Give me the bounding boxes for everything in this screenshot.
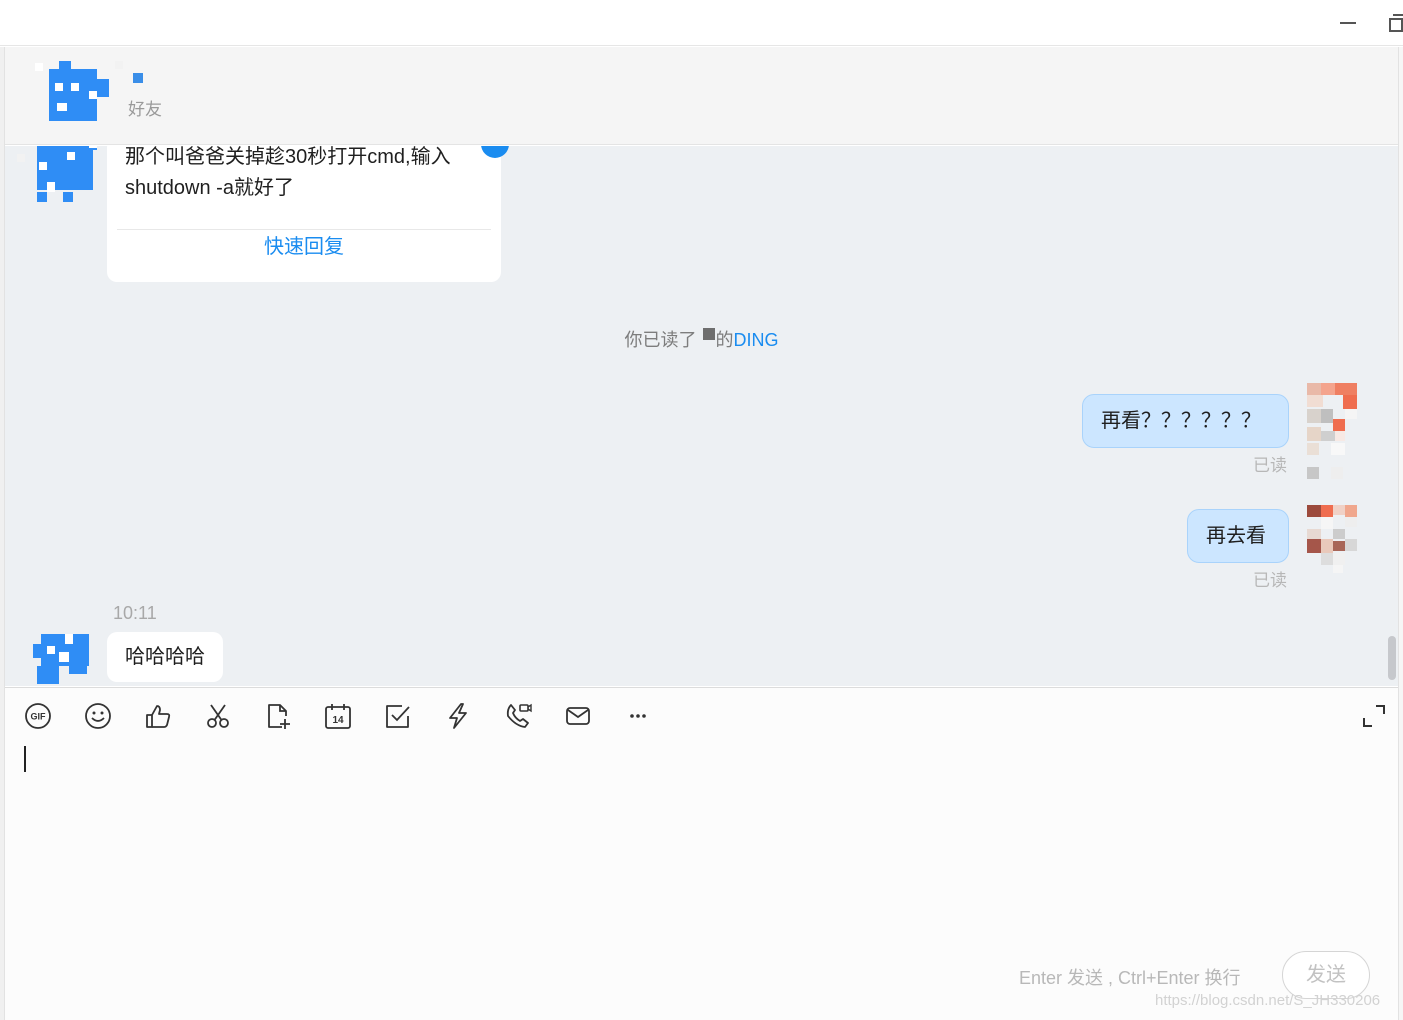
ding-link[interactable]: DING xyxy=(734,330,779,350)
thumbs-up-icon[interactable] xyxy=(144,702,172,730)
card-divider xyxy=(117,229,491,230)
gif-icon[interactable]: GIF xyxy=(24,702,52,730)
message-timestamp: 10:11 xyxy=(113,603,157,623)
title-bar xyxy=(0,0,1403,46)
gif-label: GIF xyxy=(31,712,47,722)
file-add-icon[interactable] xyxy=(264,702,292,730)
minimize-icon[interactable] xyxy=(1336,10,1360,34)
chat-header: 好友 xyxy=(5,47,1398,145)
ding-read-prefix: 你已读了 xyxy=(624,330,697,350)
expand-icon[interactable] xyxy=(1360,702,1388,730)
outgoing-message[interactable]: 再去看 xyxy=(1187,509,1289,563)
composer-toolbar: GIF 14 xyxy=(5,688,1398,744)
right-border xyxy=(1398,47,1403,1020)
task-check-icon[interactable] xyxy=(384,702,412,730)
masked-name xyxy=(702,328,715,340)
read-status[interactable]: 已读 xyxy=(1253,566,1287,591)
incoming-message[interactable]: 哈哈哈哈 xyxy=(107,632,223,682)
more-icon[interactable] xyxy=(624,702,652,730)
quick-reply-button[interactable]: 快速回复 xyxy=(107,234,501,260)
message-list[interactable]: 那个叫爸爸关掉趁30秒打开cmd,输入shutdown -a就好了 快速回复 你… xyxy=(5,146,1398,686)
calendar-icon[interactable]: 14 xyxy=(324,702,352,730)
ding-read-middle: 的 xyxy=(715,330,734,350)
my-avatar[interactable] xyxy=(1307,503,1359,575)
outgoing-message[interactable]: 再看？？？？？？ xyxy=(1082,394,1289,448)
message-scrollbar[interactable] xyxy=(1388,636,1396,680)
card-message-text: 那个叫爸爸关掉趁30秒打开cmd,输入shutdown -a就好了 xyxy=(125,146,451,199)
scissors-icon[interactable] xyxy=(204,702,232,730)
message-composer: GIF 14 Enter 发送 , Ctrl+Enter 换行 发送 https… xyxy=(5,687,1398,1020)
restore-icon[interactable] xyxy=(1385,10,1403,34)
sender-avatar[interactable] xyxy=(33,634,93,686)
sender-avatar[interactable] xyxy=(17,146,107,218)
my-avatar[interactable] xyxy=(1307,383,1359,483)
quick-reply-card: 那个叫爸爸关掉趁30秒打开cmd,输入shutdown -a就好了 快速回复 xyxy=(107,146,501,282)
watermark: https://blog.csdn.net/S_JH330206 xyxy=(1155,992,1381,1009)
emoji-icon[interactable] xyxy=(84,702,112,730)
read-status[interactable]: 已读 xyxy=(1253,451,1287,476)
ding-read-notice: 你已读了 的DING xyxy=(5,326,1398,352)
ding-lightning-icon[interactable] xyxy=(444,702,472,730)
dingtalk-chat-window: 好友 那个叫爸爸关掉趁30秒打开cmd,输入shutdown -a就好了 快速回… xyxy=(0,0,1403,1020)
contact-relationship-label: 好友 xyxy=(128,100,162,119)
calendar-day: 14 xyxy=(332,715,344,726)
mail-icon[interactable] xyxy=(564,702,592,730)
call-icon[interactable] xyxy=(504,702,532,730)
send-shortcut-hint: Enter 发送 , Ctrl+Enter 换行 xyxy=(1019,968,1241,988)
text-input-caret[interactable] xyxy=(24,746,26,772)
